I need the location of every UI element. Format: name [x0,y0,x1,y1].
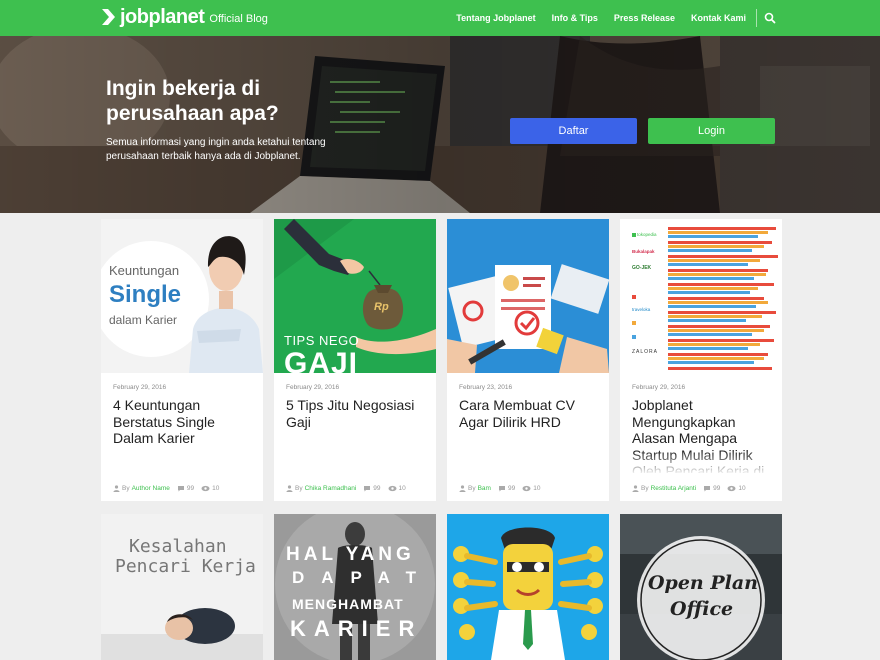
view-count: 10 [738,485,746,492]
hero-subtitle: Semua informasi yang ingin anda ketahui … [106,137,326,162]
thumbnail-caption: ZALORA [632,349,659,355]
comment-icon [177,486,184,492]
by-label: By [122,485,130,492]
article-card[interactable]: February 23, 2016 Cara Membuat CV Agar D… [447,219,609,501]
article-thumbnail[interactable]: Keuntungan Single dalam Karier [101,219,263,373]
thumbnail-illustration [447,219,609,373]
thumbnail-caption: GO-JEK [632,265,652,271]
article-title[interactable]: 4 Keuntungan Berstatus Single Dalam Kari… [113,397,255,473]
thumbnail-caption: Pencari Kerja [115,556,256,577]
nav-divider [756,9,757,27]
article-card[interactable]: HAL YANG DAPAT MENGHAMBAT KARIER [274,514,436,660]
login-button[interactable]: Login [648,118,775,144]
thumbnail-caption: MENGHAMBAT [292,596,404,612]
article-card[interactable]: Kesalahan Pencari Kerja [101,514,263,660]
article-thumbnail[interactable]: Open Plan Office [620,514,782,660]
jobplanet-logo-icon [102,9,115,25]
eye-icon [388,485,396,492]
article-meta: By Bam 99 10 [459,485,540,492]
comment-count: 99 [186,485,195,492]
author-link[interactable]: Restituta Arjanti [651,485,697,492]
author-link[interactable]: Chika Ramadhani [305,485,357,492]
user-icon [286,485,293,492]
thumbnail-caption: KARIER [290,616,423,641]
thumbnail-caption: TIPS NEGO [284,333,360,348]
article-date: February 23, 2016 [459,384,513,391]
article-card[interactable]: Open Plan Office [620,514,782,660]
thumbnail-caption: GAJI [284,347,359,373]
article-card[interactable]: Keuntungan Single dalam Karier February … [101,219,263,501]
article-card[interactable] [447,514,609,660]
user-icon [459,485,466,492]
register-button[interactable]: Daftar [510,118,637,144]
thumbnail-illustration [447,514,609,660]
thumbnail-caption: Rp [374,301,389,313]
comment-icon [704,486,711,492]
main-nav: Tentang Jobplanet Info & Tips Press Rele… [440,0,776,36]
comment-icon [498,486,505,492]
thumbnail-caption: Open Plan [648,572,758,594]
thumbnail-caption: dalam Karier [109,313,178,327]
comment-count: 99 [507,485,516,492]
title-fade [620,451,782,475]
comment-icon [364,486,371,492]
hero-title: Ingin bekerja di perusahaan apa? [106,77,279,125]
article-thumbnail[interactable]: Rp TIPS NEGO GAJI [274,219,436,373]
by-label: By [295,485,303,492]
user-icon [113,485,120,492]
article-card[interactable]: tokopedia Bukalapak GO-JEK traveloka ZAL… [620,219,782,501]
by-label: By [468,485,476,492]
eye-icon [727,485,736,492]
thumbnail-caption: Single [109,281,182,308]
thumbnail-caption: DAPAT [292,568,434,587]
by-label: By [641,485,649,492]
thumbnail-caption: Keuntungan [109,263,180,278]
article-thumbnail[interactable]: Kesalahan Pencari Kerja [101,514,263,660]
article-meta: By Author Name 99 10 [113,485,219,492]
hero-banner: Ingin bekerja di perusahaan apa? Semua i… [0,36,880,213]
nav-info-tips[interactable]: Info & Tips [552,13,598,23]
thumbnail-caption: traveloka [632,307,651,312]
author-link[interactable]: Author Name [132,485,170,492]
eye-icon [522,485,531,492]
article-thumbnail[interactable] [447,219,609,373]
nav-press-release[interactable]: Press Release [614,13,675,23]
top-navbar: jobplanet Official Blog Tentang Jobplane… [0,0,880,36]
comment-count: 99 [373,485,381,492]
brand-logo[interactable]: jobplanet Official Blog [100,7,268,27]
eye-icon [201,485,210,492]
user-icon [632,485,639,492]
view-count: 10 [533,485,541,492]
search-icon[interactable] [764,12,776,24]
article-meta: By Restituta Arjanti 99 10 [632,485,746,492]
article-meta: By Chika Ramadhani 99 10 [286,485,406,492]
article-title[interactable]: Cara Membuat CV Agar Dilirik HRD [459,397,601,473]
author-link[interactable]: Bam [478,485,491,492]
brand-subtitle: Official Blog [209,13,268,25]
article-title[interactable]: 5 Tips Jitu Negosiasi Gaji [286,397,428,473]
article-date: February 29, 2016 [632,384,686,391]
view-count: 10 [398,485,406,492]
article-date: February 29, 2016 [286,384,340,391]
brand-name: jobplanet [120,6,205,28]
nav-kontak-kami[interactable]: Kontak Kami [691,13,746,23]
thumbnail-caption: HAL YANG [286,544,415,565]
article-card[interactable]: Rp TIPS NEGO GAJI February 29, 2016 5 Ti… [274,219,436,501]
thumbnail-caption: Office [670,598,734,620]
view-count: 10 [212,485,220,492]
thumbnail-caption: tokopedia [637,232,657,237]
nav-tentang-jobplanet[interactable]: Tentang Jobplanet [456,13,535,23]
comment-count: 99 [713,485,721,492]
article-thumbnail[interactable] [447,514,609,660]
thumbnail-caption: Kesalahan [129,536,227,557]
article-thumbnail[interactable]: HAL YANG DAPAT MENGHAMBAT KARIER [274,514,436,660]
thumbnail-caption: Bukalapak [632,249,655,254]
article-thumbnail[interactable]: tokopedia Bukalapak GO-JEK traveloka ZAL… [620,219,782,373]
article-date: February 29, 2016 [113,384,167,391]
